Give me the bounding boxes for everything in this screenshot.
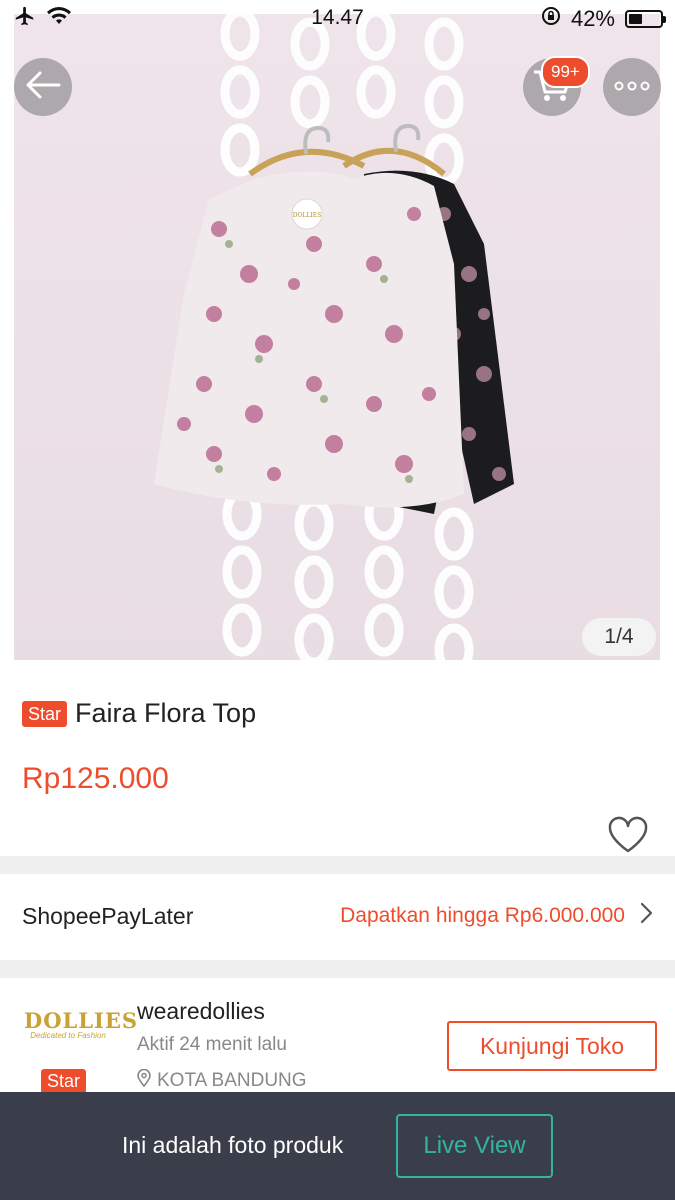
live-view-button[interactable]: Live View (396, 1114, 553, 1178)
wishlist-button[interactable] (607, 815, 649, 855)
cart-count-badge: 99+ (541, 56, 590, 88)
location-pin-icon (137, 1068, 151, 1093)
image-counter: 1/4 (582, 618, 656, 656)
chevron-right-icon (639, 902, 653, 930)
section-divider (0, 856, 675, 874)
shop-section: DOLLIES Dedicated to Fashion Star weared… (0, 978, 675, 1098)
shop-logo-subtext: Dedicated to Fashion (30, 1031, 106, 1040)
back-button[interactable] (14, 58, 72, 116)
star-badge: Star (22, 700, 68, 727)
shop-logo[interactable]: DOLLIES Dedicated to Fashion (24, 1008, 139, 1058)
status-time: 14.47 (311, 6, 364, 29)
paylater-row[interactable]: ShopeePayLater Dapatkan hingga Rp6.000.0… (0, 874, 675, 958)
visit-shop-button[interactable]: Kunjungi Toko (447, 1021, 657, 1071)
shop-active-status: Aktif 24 menit lalu (137, 1034, 287, 1055)
shop-name[interactable]: wearedollies (137, 998, 265, 1025)
back-arrow-icon (25, 70, 61, 105)
hang-tag-text: DOLLIES (293, 212, 322, 219)
paylater-label: ShopeePayLater (22, 902, 194, 929)
status-bar: 14.47 42% (0, 0, 675, 38)
more-icon (613, 78, 651, 96)
section-divider (0, 960, 675, 978)
paylater-offer: Dapatkan hingga Rp6.000.000 (340, 902, 653, 930)
product-price: Rp125.000 (22, 762, 169, 795)
hangers (248, 147, 446, 177)
bottom-banner-text: Ini adalah foto produk (122, 1132, 344, 1158)
product-title-row: Star Faira Flora Top (22, 698, 256, 729)
bottom-banner: Ini adalah foto produk Live View (0, 1092, 675, 1200)
battery-icon (625, 10, 666, 28)
product-title: Faira Flora Top (75, 698, 257, 728)
shop-logo-text: DOLLIES (24, 1008, 139, 1033)
paylater-offer-text: Dapatkan hingga Rp6.000.000 (340, 904, 625, 927)
product-page: 14.47 42% DOLLIES 99+ 1/4 Star Faira Flo… (0, 0, 675, 1200)
shop-star-badge: Star (41, 1069, 87, 1094)
shop-location: KOTA BANDUNG (137, 1068, 307, 1093)
shop-location-text: KOTA BANDUNG (157, 1070, 307, 1091)
more-button[interactable] (603, 58, 661, 116)
